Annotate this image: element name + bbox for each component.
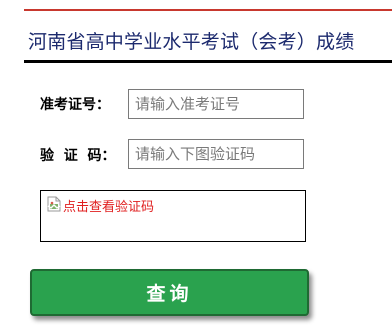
captcha-input[interactable]	[128, 139, 304, 169]
query-button[interactable]: 查询	[30, 269, 309, 316]
captcha-label: 验 证 码：	[40, 148, 116, 164]
broken-image-icon	[47, 196, 61, 212]
captcha-alt-text: 点击查看验证码	[63, 200, 155, 215]
title-underline	[24, 60, 392, 63]
top-accent-rule	[24, 9, 392, 11]
captcha-image[interactable]: 点击查看验证码	[40, 190, 306, 242]
exam-id-input[interactable]	[128, 89, 304, 119]
exam-id-label: 准考证号：	[40, 97, 110, 113]
page-title: 河南省高中学业水平考试（会考）成绩	[28, 31, 355, 53]
